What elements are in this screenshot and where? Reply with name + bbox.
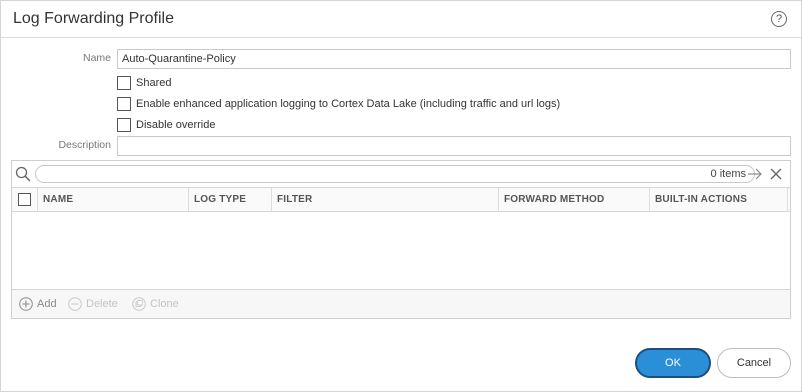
clone-button[interactable]: Clone — [132, 297, 179, 311]
description-label: Description — [58, 139, 111, 151]
description-input[interactable] — [117, 136, 791, 156]
log-forwarding-profile-dialog: Log Forwarding Profile ? Name Auto-Quara… — [0, 0, 802, 392]
add-label: Add — [37, 298, 57, 310]
delete-label: Delete — [86, 298, 118, 310]
search-icon[interactable] — [15, 166, 31, 182]
disable-override-label: Disable override — [136, 119, 216, 131]
arrow-right-icon[interactable] — [747, 167, 763, 181]
shared-label: Shared — [136, 77, 172, 89]
help-icon[interactable]: ? — [771, 11, 787, 27]
name-label: Name — [82, 52, 111, 64]
add-button[interactable]: Add — [19, 297, 57, 311]
disable-override-row[interactable]: Disable override — [117, 117, 215, 133]
disable-override-checkbox[interactable] — [117, 118, 131, 132]
column-header-log-type[interactable]: LOG TYPE — [189, 188, 272, 211]
column-header-built-in-actions[interactable]: BUILT-IN ACTIONS — [650, 188, 788, 211]
grid-header-row: NAME LOG TYPE FILTER FORWARD METHOD BUIL… — [12, 187, 790, 212]
name-input[interactable]: Auto-Quarantine-Policy — [117, 49, 791, 69]
delete-icon — [68, 297, 82, 311]
cancel-button[interactable]: Cancel — [717, 348, 791, 378]
shared-row[interactable]: Shared — [117, 75, 171, 91]
column-header-filter[interactable]: FILTER — [272, 188, 499, 211]
clear-icon[interactable] — [769, 167, 783, 181]
match-list-grid: 0 items NAME LOG TYPE FILTER FORWARD MET… — [11, 160, 791, 319]
grid-search-input[interactable]: 0 items — [35, 165, 755, 183]
shared-checkbox[interactable] — [117, 76, 131, 90]
delete-button[interactable]: Delete — [68, 297, 118, 311]
select-all-checkbox[interactable] — [18, 193, 31, 206]
column-header-forward-method[interactable]: FORWARD METHOD — [499, 188, 650, 211]
enhanced-logging-checkbox[interactable] — [117, 97, 131, 111]
select-all-cell — [12, 188, 38, 211]
clone-icon — [132, 297, 146, 311]
items-count: 0 items — [710, 168, 746, 180]
column-header-name[interactable]: NAME — [38, 188, 189, 211]
clone-label: Clone — [150, 298, 179, 310]
dialog-header: Log Forwarding Profile ? — [1, 1, 801, 38]
grid-body — [12, 212, 790, 289]
add-icon — [19, 297, 33, 311]
grid-footer: Add Delete Clone — [12, 289, 790, 318]
ok-button[interactable]: OK — [635, 348, 711, 378]
enhanced-logging-row[interactable]: Enable enhanced application logging to C… — [117, 96, 560, 112]
grid-search-bar: 0 items — [12, 161, 790, 187]
dialog-title: Log Forwarding Profile — [13, 10, 174, 27]
enhanced-logging-label: Enable enhanced application logging to C… — [136, 98, 561, 110]
